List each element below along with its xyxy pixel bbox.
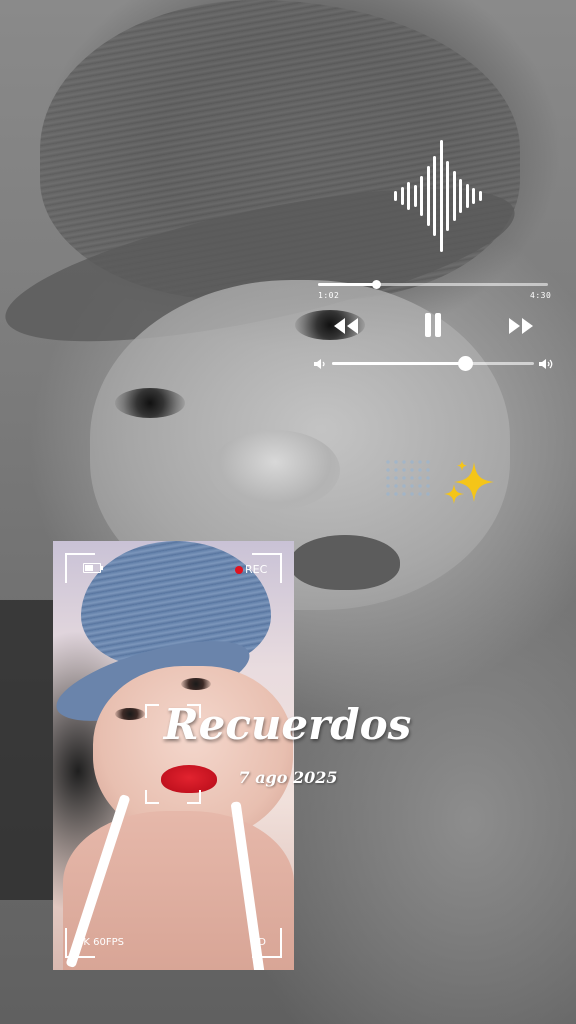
volume-low-icon[interactable] <box>313 357 327 369</box>
audio-wave-bar <box>413 185 417 207</box>
audio-wave-bar <box>426 166 430 226</box>
pause-icon <box>425 313 441 337</box>
playback-progress-bar[interactable] <box>318 280 548 289</box>
background-dot-pattern <box>384 458 434 498</box>
audio-wave-bar <box>446 161 449 231</box>
audio-wave-bar <box>452 171 456 221</box>
audio-wave-bar <box>459 179 462 213</box>
volume-knob[interactable] <box>458 356 474 371</box>
photo-card: REC 4K 60FPS HD <box>53 541 294 970</box>
time-elapsed: 1:02 <box>318 291 340 300</box>
quality-label: HD <box>250 937 266 948</box>
pause-button[interactable] <box>420 310 446 340</box>
time-total: 4:30 <box>530 291 552 300</box>
background-shadow <box>0 600 60 900</box>
fast-forward-button[interactable] <box>505 314 537 338</box>
sparkles-icon <box>440 456 500 516</box>
rec-indicator-icon <box>235 566 243 574</box>
audio-wave-bar <box>439 140 443 252</box>
volume-high-icon[interactable] <box>538 357 554 369</box>
background-eye-left <box>115 388 185 418</box>
audio-wave-bar <box>472 188 475 204</box>
story-canvas: 1:02 4:30 REC 4K 60FPS HD Recuerdos 7 ag… <box>0 0 576 1024</box>
battery-icon <box>83 563 103 573</box>
audio-wave-bar <box>420 176 423 216</box>
rewind-button[interactable] <box>330 314 362 338</box>
background-lips <box>290 535 400 590</box>
audio-wave-bar <box>400 187 404 205</box>
audio-wave-bar <box>433 156 436 236</box>
audio-wave-bar <box>394 191 397 201</box>
story-title: Recuerdos <box>163 700 412 749</box>
playback-progress-knob[interactable] <box>371 280 381 289</box>
photo-eye-right <box>181 678 211 690</box>
audio-wave-bar <box>465 184 469 208</box>
audio-wave-bar <box>478 191 482 201</box>
photo-eye-left <box>115 708 145 720</box>
playback-progress-fill <box>318 283 376 286</box>
audio-wave-bar <box>407 182 410 210</box>
rewind-icon <box>334 318 358 334</box>
resolution-label: 4K 60FPS <box>77 937 124 948</box>
volume-slider[interactable] <box>332 356 534 371</box>
fast-forward-icon <box>509 318 533 334</box>
audio-wave-icon <box>394 138 486 254</box>
story-date: 7 ago 2025 <box>238 768 338 787</box>
rec-label: REC <box>245 563 268 576</box>
background-nose <box>210 430 340 510</box>
volume-fill <box>332 362 466 365</box>
